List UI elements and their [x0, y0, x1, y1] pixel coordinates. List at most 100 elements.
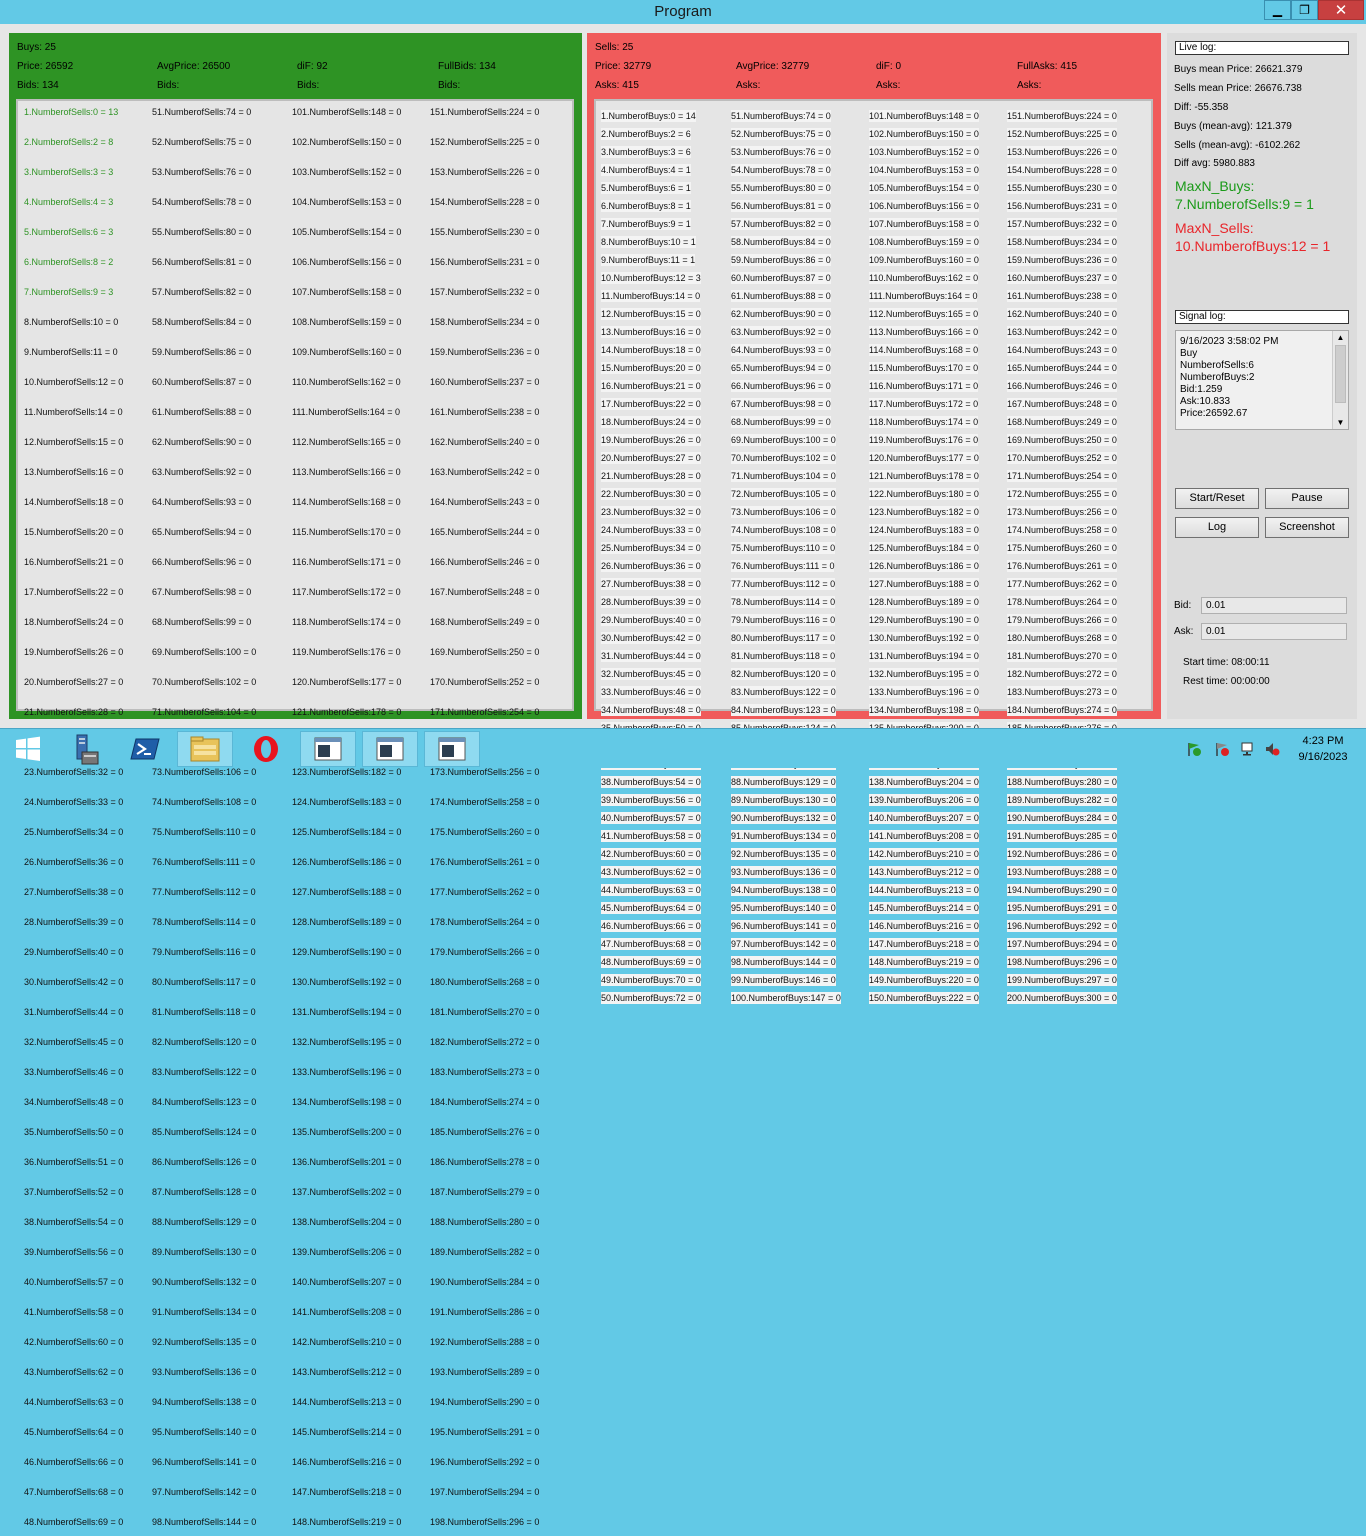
list-item[interactable]: 50.NumberofBuys:72 = 0 — [601, 992, 701, 1004]
list-item[interactable]: 200.NumberofBuys:300 = 0 — [1007, 992, 1117, 1004]
list-item[interactable]: 66.NumberofSells:96 = 0 — [152, 556, 261, 568]
list-item[interactable]: 190.NumberofSells:284 = 0 — [430, 1276, 539, 1288]
list-item[interactable]: 34.NumberofBuys:48 = 0 — [601, 704, 701, 716]
list-item[interactable]: 14.NumberofBuys:18 = 0 — [601, 344, 701, 356]
list-item[interactable]: 29.NumberofBuys:40 = 0 — [601, 614, 701, 626]
list-item[interactable]: 193.NumberofBuys:288 = 0 — [1007, 866, 1117, 878]
list-item[interactable]: 180.NumberofSells:268 = 0 — [430, 976, 539, 988]
list-item[interactable]: 24.NumberofSells:33 = 0 — [24, 796, 123, 808]
list-item[interactable]: 2.NumberofSells:2 = 8 — [24, 136, 123, 148]
powershell-taskbar-button[interactable] — [117, 731, 173, 767]
list-item[interactable]: 58.NumberofBuys:84 = 0 — [731, 236, 831, 248]
list-item[interactable]: 118.NumberofSells:174 = 0 — [292, 616, 401, 628]
list-item[interactable]: 73.NumberofBuys:106 = 0 — [731, 506, 836, 518]
list-item[interactable]: 79.NumberofBuys:116 = 0 — [731, 614, 836, 626]
minimize-button[interactable]: ▁ — [1264, 0, 1291, 20]
list-item[interactable]: 78.NumberofSells:114 = 0 — [152, 916, 261, 928]
list-item[interactable]: 3.NumberofSells:3 = 3 — [24, 166, 123, 178]
list-item[interactable]: 173.NumberofBuys:256 = 0 — [1007, 506, 1117, 518]
list-item[interactable]: 183.NumberofSells:273 = 0 — [430, 1066, 539, 1078]
list-item[interactable]: 163.NumberofSells:242 = 0 — [430, 466, 539, 478]
list-item[interactable]: 193.NumberofSells:289 = 0 — [430, 1366, 539, 1378]
list-item[interactable]: 99.NumberofBuys:146 = 0 — [731, 974, 836, 986]
list-item[interactable]: 141.NumberofBuys:208 = 0 — [869, 830, 979, 842]
list-item[interactable]: 132.NumberofSells:195 = 0 — [292, 1036, 401, 1048]
list-item[interactable]: 53.NumberofSells:76 = 0 — [152, 166, 261, 178]
list-item[interactable]: 23.NumberofBuys:32 = 0 — [601, 506, 701, 518]
list-item[interactable]: 42.NumberofBuys:60 = 0 — [601, 848, 701, 860]
list-item[interactable]: 177.NumberofBuys:262 = 0 — [1007, 578, 1117, 590]
list-item[interactable]: 45.NumberofBuys:64 = 0 — [601, 902, 701, 914]
list-item[interactable]: 57.NumberofSells:82 = 0 — [152, 286, 261, 298]
list-item[interactable]: 134.NumberofSells:198 = 0 — [292, 1096, 401, 1108]
list-item[interactable]: 165.NumberofBuys:244 = 0 — [1007, 362, 1117, 374]
list-item[interactable]: 56.NumberofSells:81 = 0 — [152, 256, 261, 268]
list-item[interactable]: 91.NumberofBuys:134 = 0 — [731, 830, 836, 842]
bids-listbox[interactable]: 1.NumberofSells:0 = 13 2.NumberofSells:2 … — [16, 99, 574, 1527]
list-item[interactable]: 9.NumberofBuys:11 = 1 — [601, 254, 696, 266]
list-item[interactable]: 129.NumberofSells:190 = 0 — [292, 946, 401, 958]
list-item[interactable]: 27.NumberofBuys:38 = 0 — [601, 578, 701, 590]
list-item[interactable]: 32.NumberofBuys:45 = 0 — [601, 668, 701, 680]
list-item[interactable]: 139.NumberofSells:206 = 0 — [292, 1246, 401, 1258]
list-item[interactable]: 80.NumberofBuys:117 = 0 — [731, 632, 836, 644]
list-item[interactable]: 56.NumberofBuys:81 = 0 — [731, 200, 831, 212]
list-item[interactable]: 106.NumberofSells:156 = 0 — [292, 256, 401, 268]
close-button[interactable]: ✕ — [1318, 0, 1364, 20]
list-item[interactable]: 153.NumberofSells:226 = 0 — [430, 166, 539, 178]
list-item[interactable]: 4.NumberofSells:4 = 3 — [24, 196, 123, 208]
list-item[interactable]: 78.NumberofBuys:114 = 0 — [731, 596, 836, 608]
list-item[interactable]: 25.NumberofSells:34 = 0 — [24, 826, 123, 838]
list-item[interactable]: 6.NumberofSells:8 = 2 — [24, 256, 123, 268]
list-item[interactable]: 17.NumberofSells:22 = 0 — [24, 586, 123, 598]
list-item[interactable]: 31.NumberofSells:44 = 0 — [24, 1006, 123, 1018]
list-item[interactable]: 17.NumberofBuys:22 = 0 — [601, 398, 701, 410]
list-item[interactable]: 4.NumberofBuys:4 = 1 — [601, 164, 691, 176]
list-item[interactable]: 70.NumberofSells:102 = 0 — [152, 676, 261, 688]
list-item[interactable]: 131.NumberofSells:194 = 0 — [292, 1006, 401, 1018]
action-center-flag-icon[interactable] — [1186, 741, 1202, 757]
list-item[interactable]: 115.NumberofBuys:170 = 0 — [869, 362, 979, 374]
list-item[interactable]: 64.NumberofBuys:93 = 0 — [731, 344, 831, 356]
list-item[interactable]: 86.NumberofSells:126 = 0 — [152, 1156, 261, 1168]
list-item[interactable]: 9.NumberofSells:11 = 0 — [24, 346, 123, 358]
list-item[interactable]: 171.NumberofBuys:254 = 0 — [1007, 470, 1117, 482]
list-item[interactable]: 98.NumberofSells:144 = 0 — [152, 1516, 261, 1528]
list-item[interactable]: 127.NumberofSells:188 = 0 — [292, 886, 401, 898]
list-item[interactable]: 126.NumberofSells:186 = 0 — [292, 856, 401, 868]
list-item[interactable]: 162.NumberofBuys:240 = 0 — [1007, 308, 1117, 320]
list-item[interactable]: 157.NumberofSells:232 = 0 — [430, 286, 539, 298]
screenshot-button[interactable]: Screenshot — [1265, 517, 1349, 538]
list-item[interactable]: 47.NumberofBuys:68 = 0 — [601, 938, 701, 950]
list-item[interactable]: 95.NumberofSells:140 = 0 — [152, 1426, 261, 1438]
list-item[interactable]: 179.NumberofSells:266 = 0 — [430, 946, 539, 958]
list-item[interactable]: 33.NumberofSells:46 = 0 — [24, 1066, 123, 1078]
list-item[interactable]: 12.NumberofBuys:15 = 0 — [601, 308, 701, 320]
list-item[interactable]: 181.NumberofBuys:270 = 0 — [1007, 650, 1117, 662]
list-item[interactable]: 63.NumberofSells:92 = 0 — [152, 466, 261, 478]
list-item[interactable]: 109.NumberofBuys:160 = 0 — [869, 254, 979, 266]
list-item[interactable]: 167.NumberofBuys:248 = 0 — [1007, 398, 1117, 410]
list-item[interactable]: 105.NumberofBuys:154 = 0 — [869, 182, 979, 194]
speaker-muted-icon[interactable] — [1264, 741, 1280, 757]
list-item[interactable]: 175.NumberofSells:260 = 0 — [430, 826, 539, 838]
list-item[interactable]: 172.NumberofBuys:255 = 0 — [1007, 488, 1117, 500]
list-item[interactable]: 30.NumberofSells:42 = 0 — [24, 976, 123, 988]
list-item[interactable]: 155.NumberofSells:230 = 0 — [430, 226, 539, 238]
list-item[interactable]: 54.NumberofBuys:78 = 0 — [731, 164, 831, 176]
list-item[interactable]: 67.NumberofBuys:98 = 0 — [731, 398, 831, 410]
list-item[interactable]: 39.NumberofSells:56 = 0 — [24, 1246, 123, 1258]
list-item[interactable]: 154.NumberofBuys:228 = 0 — [1007, 164, 1117, 176]
list-item[interactable]: 165.NumberofSells:244 = 0 — [430, 526, 539, 538]
network-icon[interactable] — [1240, 741, 1256, 757]
list-item[interactable]: 127.NumberofBuys:188 = 0 — [869, 578, 979, 590]
list-item[interactable]: 116.NumberofBuys:171 = 0 — [869, 380, 979, 392]
list-item[interactable]: 60.NumberofBuys:87 = 0 — [731, 272, 831, 284]
list-item[interactable]: 62.NumberofBuys:90 = 0 — [731, 308, 831, 320]
list-item[interactable]: 59.NumberofSells:86 = 0 — [152, 346, 261, 358]
list-item[interactable]: 70.NumberofBuys:102 = 0 — [731, 452, 836, 464]
list-item[interactable]: 46.NumberofBuys:66 = 0 — [601, 920, 701, 932]
list-item[interactable]: 89.NumberofSells:130 = 0 — [152, 1246, 261, 1258]
list-item[interactable]: 94.NumberofBuys:138 = 0 — [731, 884, 836, 896]
list-item[interactable]: 63.NumberofBuys:92 = 0 — [731, 326, 831, 338]
